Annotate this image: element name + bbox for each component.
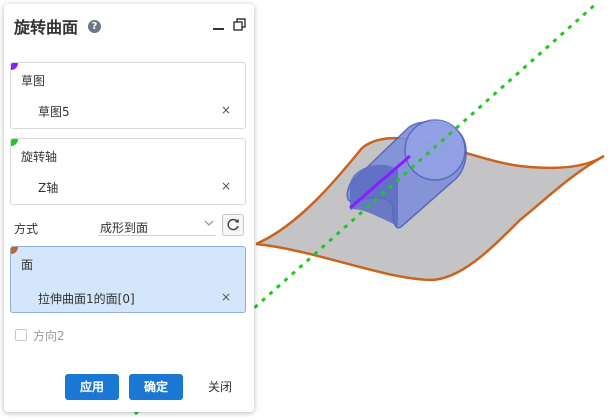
sketch-section[interactable]: 草图 草图5 × bbox=[10, 62, 246, 129]
restore-icon[interactable] bbox=[233, 18, 247, 32]
axis-marker bbox=[11, 139, 18, 146]
sketch-value: 草图5 bbox=[38, 105, 70, 119]
face-label: 面 bbox=[21, 258, 34, 272]
panel-header: 旋转曲面 ? bbox=[4, 4, 254, 46]
axis-section[interactable]: 旋转轴 Z轴 × bbox=[10, 138, 246, 205]
panel-title: 旋转曲面 bbox=[14, 18, 79, 37]
direction2-label[interactable]: 方向2 bbox=[33, 327, 65, 344]
close-button[interactable]: 关闭 bbox=[195, 374, 245, 400]
face-marker bbox=[11, 247, 18, 254]
face-value: 拉伸曲面1的面[0] bbox=[38, 292, 135, 306]
chevron-down-icon bbox=[204, 220, 214, 226]
sketch-label: 草图 bbox=[21, 74, 46, 88]
axis-clear-icon[interactable]: × bbox=[221, 179, 231, 193]
cylinder-end-cap bbox=[404, 119, 466, 181]
mode-selected-value: 成形到面 bbox=[100, 221, 149, 235]
minimize-icon[interactable] bbox=[213, 28, 224, 30]
face-section[interactable]: 面 拉伸曲面1的面[0] × bbox=[10, 246, 246, 313]
help-icon[interactable]: ? bbox=[88, 20, 101, 33]
revolve-surface-panel: 旋转曲面 ? 草图 草图5 × 旋转轴 Z轴 × 方式 成形到面 面 拉伸曲面1… bbox=[4, 4, 254, 412]
direction2-checkbox[interactable] bbox=[15, 329, 27, 341]
axis-value: Z轴 bbox=[38, 181, 59, 195]
refresh-button[interactable] bbox=[222, 214, 244, 236]
mode-select[interactable]: 成形到面 bbox=[98, 214, 216, 236]
ok-button[interactable]: 确定 bbox=[129, 374, 183, 400]
axis-label: 旋转轴 bbox=[21, 150, 58, 164]
refresh-icon bbox=[227, 218, 239, 231]
sketch-marker bbox=[11, 63, 18, 70]
mode-label: 方式 bbox=[14, 222, 39, 236]
apply-button[interactable]: 应用 bbox=[65, 374, 119, 400]
sketch-clear-icon[interactable]: × bbox=[221, 103, 231, 117]
face-clear-icon[interactable]: × bbox=[221, 290, 231, 304]
